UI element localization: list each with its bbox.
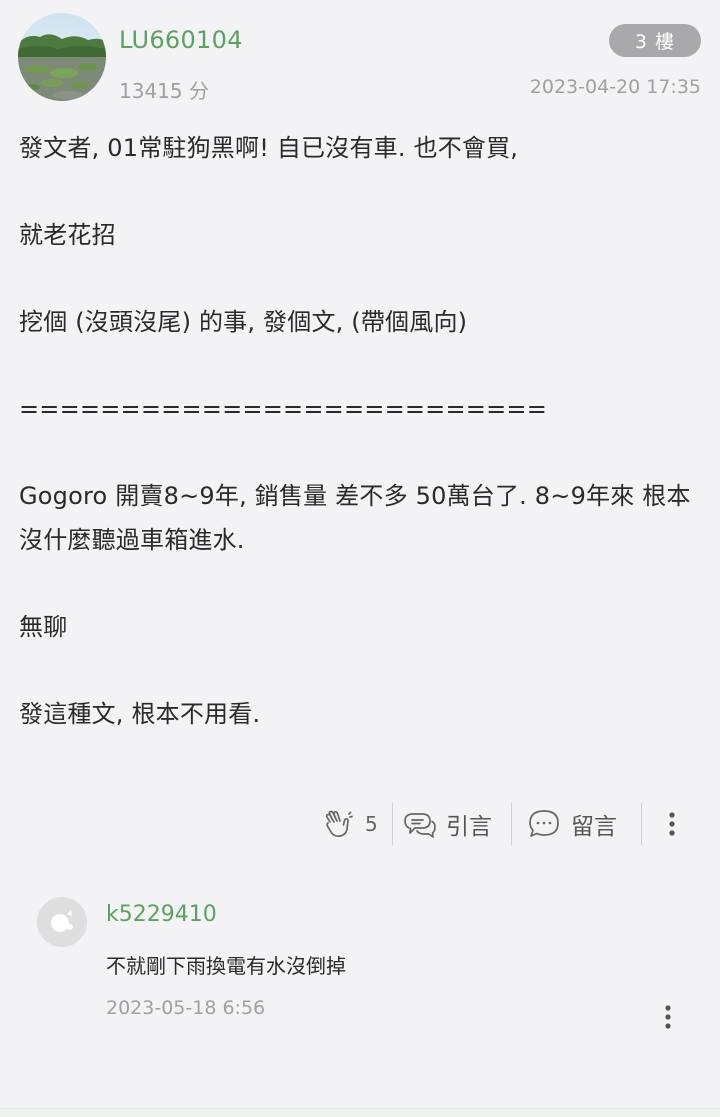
default-avatar-icon	[37, 897, 87, 947]
post-body-line	[19, 432, 709, 476]
quote-button[interactable]: 引言	[403, 800, 492, 848]
quote-label: 引言	[446, 814, 492, 840]
post-header: LU660104 13415 分 3 樓 2023-04-20 17:35	[0, 0, 720, 110]
avatar-landscape-image	[18, 13, 106, 101]
post-body-line: Gogoro 開賣8~9年, 銷售量 差不多 50萬台了. 8~9年來 根本沒什…	[19, 482, 691, 554]
post-body-line	[19, 562, 709, 606]
post-body-line: 無聊	[19, 612, 68, 641]
post-body-line: 挖個 (沒頭沒尾) 的事, 發個文, (帶個風向)	[19, 308, 468, 336]
post-body-line	[19, 649, 709, 693]
like-button[interactable]: 5	[322, 800, 378, 848]
comment-button[interactable]: 留言	[527, 800, 617, 848]
post-timestamp: 2023-04-20 17:35	[529, 76, 701, 98]
floor-badge: 3 樓	[609, 24, 701, 57]
reply-more-button[interactable]	[656, 1002, 680, 1032]
reply-avatar[interactable]	[37, 897, 87, 947]
action-divider	[392, 803, 393, 845]
post-body-line: 發文者, 01常駐狗黑啊! 自已沒有車. 也不會買,	[19, 134, 519, 162]
bottom-strip	[0, 1109, 720, 1117]
reply-timestamp: 2023-05-18 6:56	[106, 997, 266, 1019]
comment-label: 留言	[571, 814, 617, 840]
reply-item: k5229410 不就剛下雨換電有水沒倒掉 2023-05-18 6:56	[0, 870, 720, 1070]
more-vertical-icon	[656, 1005, 680, 1036]
reply-text: 不就剛下雨換電有水沒倒掉	[106, 954, 346, 978]
action-divider	[511, 803, 512, 845]
post-body-line: ==========================	[19, 395, 548, 423]
post-user-score: 13415 分	[119, 79, 209, 103]
post-body-line	[19, 171, 709, 215]
post-body-line	[19, 258, 709, 302]
post-actions-bar: 5 引言 留言	[0, 800, 720, 848]
action-divider	[641, 803, 642, 845]
clap-hands-icon	[322, 808, 354, 840]
post-username[interactable]: LU660104	[119, 26, 243, 54]
post-body-line: 發這種文, 根本不用看.	[19, 699, 261, 728]
quote-bubbles-icon	[403, 808, 437, 840]
like-count: 5	[365, 812, 378, 836]
post-body: 發文者, 01常駐狗黑啊! 自已沒有車. 也不會買, 就老花招 挖個 (沒頭沒尾…	[19, 127, 709, 736]
user-avatar[interactable]	[18, 13, 106, 101]
post-more-button[interactable]	[660, 800, 684, 848]
comment-bubble-icon	[527, 808, 561, 840]
reply-username[interactable]: k5229410	[106, 902, 217, 927]
post-body-line	[19, 345, 709, 389]
post-body-line: 就老花招	[19, 221, 116, 249]
more-vertical-icon	[660, 809, 684, 839]
